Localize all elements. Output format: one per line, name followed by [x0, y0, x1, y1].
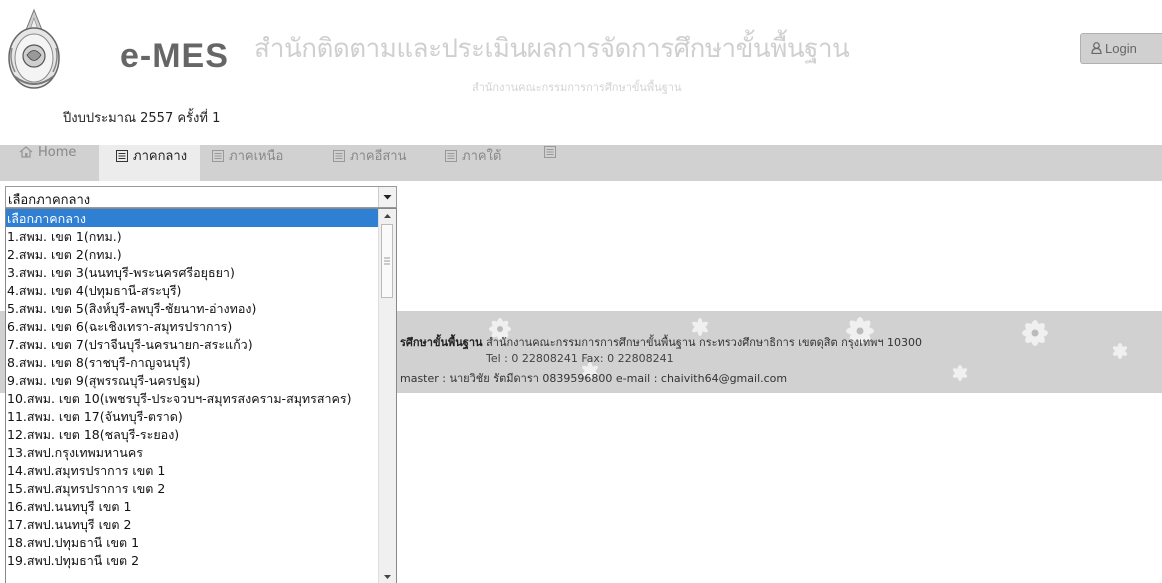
dropdown-option[interactable]: 11.สพม. เขต 17(จันทบุรี-ตราด) [6, 407, 380, 425]
dropdown-option[interactable]: 13.สพป.กรุงเทพมหานคร [6, 443, 380, 461]
header: e-MES สำนักติดตามและประเมินผลการจัดการศึ… [0, 0, 1162, 138]
tab-north-label: ภาคเหนือ [229, 149, 284, 164]
select-arrow-button[interactable] [378, 187, 396, 207]
footer-webmaster: master : นายวิชัย รัตมีดารา 0839596800 e… [400, 372, 788, 385]
footer-phone: Tel : 0 22808241 Fax: 0 22808241 [486, 352, 674, 365]
dropdown-option[interactable]: 16.สพป.นนทบุรี เขต 1 [6, 497, 380, 515]
dropdown-option[interactable]: 9.สพม. เขต 9(สุพรรณบุรี-นครปฐม) [6, 371, 380, 389]
dropdown-option[interactable]: 7.สพม. เขต 7(ปราจีนบุรี-นครนายก-สระแก้ว) [6, 335, 380, 353]
region-dropdown-list[interactable]: เลือกภาคกลาง 1.สพม. เขต 1(กทม.) 2.สพม. เ… [5, 208, 397, 583]
dropdown-option[interactable]: 19.สพป.ปทุมธานี เขต 2 [6, 551, 380, 569]
footer-address: รศึกษาขั้นพื้นฐาน สำนักงานคณะกรรมการการศ… [400, 333, 922, 351]
tab-northeast-label: ภาคอีสาน [350, 149, 407, 164]
tab-central[interactable]: ภาคกลาง [99, 145, 200, 181]
dropdown-option[interactable]: 17.สพป.นนทบุรี เขต 2 [6, 515, 380, 533]
region-select[interactable]: เลือกภาคกลาง [5, 186, 397, 208]
dropdown-option[interactable]: 12.สพม. เขต 18(ชลบุรี-ระยอง) [6, 425, 380, 443]
tab-home-label: Home [38, 145, 77, 160]
dropdown-option[interactable]: 1.สพม. เขต 1(กทม.) [6, 227, 380, 245]
dropdown-option[interactable]: 3.สพม. เขต 3(นนทบุรี-พระนครศรีอยุธยา) [6, 263, 380, 281]
dropdown-option[interactable]: 8.สพม. เขต 8(ราชบุรี-กาญจนบุรี) [6, 353, 380, 371]
login-label: Login [1105, 41, 1137, 56]
region-select-value: เลือกภาคกลาง [8, 193, 91, 208]
scrollbar-thumb[interactable] [381, 224, 393, 298]
tab-home[interactable]: Home [0, 145, 99, 181]
list-icon [544, 146, 556, 158]
scroll-up-icon[interactable] [379, 209, 396, 223]
home-icon [19, 146, 33, 158]
dropdown-option[interactable]: 15.สพป.สมุทรปราการ เขต 2 [6, 479, 380, 497]
dropdown-option[interactable]: 10.สพม. เขต 10(เพชรบุรี-ประจวบฯ-สมุทรสงค… [6, 389, 380, 407]
ministry-emblem-logo [8, 8, 60, 89]
org-name-watermark: สำนักติดตามและประเมินผลการจัดการศึกษาขั้… [254, 34, 850, 64]
list-icon [212, 150, 224, 162]
dropdown-option[interactable]: 18.สพป.ปทุมธานี เขต 1 [6, 533, 380, 551]
dropdown-option[interactable]: 2.สพม. เขต 2(กทม.) [6, 245, 380, 263]
dropdown-option[interactable]: เลือกภาคกลาง [6, 209, 380, 227]
budget-round-label: ปีงบประมาณ 2557 ครั้งที่ 1 [63, 111, 221, 126]
tab-central-label: ภาคกลาง [133, 149, 188, 164]
dropdown-scrollbar[interactable] [378, 209, 396, 583]
tab-south[interactable]: ภาคใต้ [445, 145, 525, 181]
tab-north[interactable]: ภาคเหนือ [212, 145, 317, 181]
list-icon [445, 150, 457, 162]
user-icon [1091, 42, 1102, 55]
grip-icon [384, 257, 390, 265]
list-icon [333, 150, 345, 162]
tab-south-label: ภาคใต้ [462, 149, 502, 164]
tab-extra[interactable] [544, 145, 564, 181]
dropdown-option[interactable]: 14.สพป.สมุทรปราการ เขต 1 [6, 461, 380, 479]
footer-org-name: รศึกษาขั้นพื้นฐาน [400, 336, 483, 349]
login-button[interactable]: Login [1080, 33, 1162, 64]
tab-northeast[interactable]: ภาคอีสาน [333, 145, 433, 181]
dropdown-option[interactable]: 4.สพม. เขต 4(ปทุมธานี-สระบุรี) [6, 281, 380, 299]
org-parent-watermark: สำนักงานคณะกรรมการการศึกษาขั้นพื้นฐาน [472, 81, 682, 94]
dropdown-option[interactable]: 5.สพม. เขต 5(สิงห์บุรี-ลพบุรี-ชัยนาท-อ่า… [6, 299, 380, 317]
scroll-down-icon[interactable] [379, 570, 396, 583]
region-nav-bar: Home ภาคกลาง ภาคเหนือ ภาคอีสาน ภาคใต้ [0, 145, 1162, 181]
caret-down-icon [383, 195, 392, 200]
list-icon [116, 150, 128, 162]
brand-title: e-MES [120, 37, 229, 75]
dropdown-option[interactable]: 6.สพม. เขต 6(ฉะเชิงเทรา-สมุทรปราการ) [6, 317, 380, 335]
footer-address-text: สำนักงานคณะกรรมการการศึกษาขั้นพื้นฐาน กร… [486, 336, 923, 349]
